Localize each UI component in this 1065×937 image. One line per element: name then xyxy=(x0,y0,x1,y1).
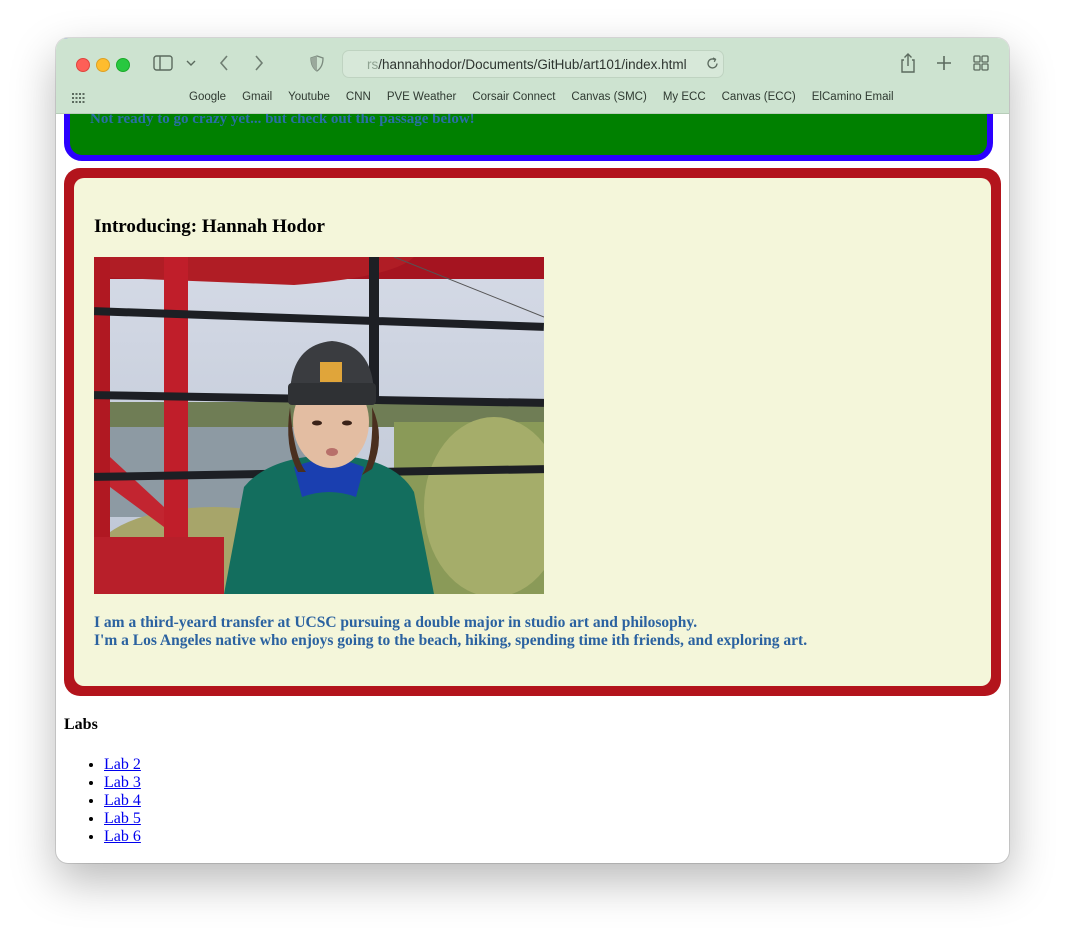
zoom-window-button[interactable] xyxy=(116,58,130,72)
lab-3-link[interactable]: Lab 3 xyxy=(104,774,141,791)
intro-panel: Introducing: Hannah Hodor I am a third-y… xyxy=(74,178,991,686)
bookmark-canvas-ecc[interactable]: Canvas (ECC) xyxy=(714,91,804,107)
page-content: Not ready to go crazy yet... but check o… xyxy=(56,38,1009,863)
tab-overview-icon[interactable] xyxy=(972,54,990,72)
browser-window: Not ready to go crazy yet... but check o… xyxy=(56,38,1009,863)
bookmark-elcamino-email[interactable]: ElCamino Email xyxy=(804,91,902,107)
profile-photo-illustration xyxy=(94,257,544,594)
browser-toolbar: rs/hannahhodor/Documents/GitHub/art101/i… xyxy=(56,38,1009,114)
list-item: Lab 5 xyxy=(104,810,141,828)
reload-icon[interactable] xyxy=(705,56,719,70)
apps-grid-icon[interactable] xyxy=(71,92,85,104)
list-item: Lab 6 xyxy=(104,828,141,846)
intro-heading: Introducing: Hannah Hodor xyxy=(94,216,325,237)
forward-icon[interactable] xyxy=(251,53,267,73)
bookmark-my-ecc[interactable]: My ECC xyxy=(655,91,714,107)
address-bar[interactable]: rs/hannahhodor/Documents/GitHub/art101/i… xyxy=(342,50,724,78)
bookmark-corsair-connect[interactable]: Corsair Connect xyxy=(464,91,563,107)
labs-list: Lab 2 Lab 3 Lab 4 Lab 5 Lab 6 xyxy=(64,756,141,846)
lab-2-link[interactable]: Lab 2 xyxy=(104,756,141,773)
intro-frame: Introducing: Hannah Hodor I am a third-y… xyxy=(64,168,1001,696)
bookmark-cnn[interactable]: CNN xyxy=(338,91,379,107)
bookmark-pve-weather[interactable]: PVE Weather xyxy=(379,91,464,107)
lab-6-link[interactable]: Lab 6 xyxy=(104,828,141,845)
bookmark-youtube[interactable]: Youtube xyxy=(280,91,338,107)
lab-4-link[interactable]: Lab 4 xyxy=(104,792,141,809)
list-item: Lab 4 xyxy=(104,792,141,810)
bookmark-gmail[interactable]: Gmail xyxy=(234,91,280,107)
bio-text: I am a third-yeard transfer at UCSC purs… xyxy=(94,614,807,650)
list-item: Lab 2 xyxy=(104,756,141,774)
back-icon[interactable] xyxy=(216,53,232,73)
share-icon[interactable] xyxy=(899,52,917,74)
bookmark-canvas-smc[interactable]: Canvas (SMC) xyxy=(563,91,654,107)
chevron-down-icon[interactable] xyxy=(185,57,197,69)
minimize-window-button[interactable] xyxy=(96,58,110,72)
lab-5-link[interactable]: Lab 5 xyxy=(104,810,141,827)
bio-line-2: I'm a Los Angeles native who enjoys goin… xyxy=(94,632,808,649)
labs-heading: Labs xyxy=(64,716,98,733)
profile-photo xyxy=(94,257,544,594)
bio-line-1: I am a third-yeard transfer at UCSC purs… xyxy=(94,614,698,631)
sidebar-icon[interactable] xyxy=(152,54,174,72)
new-tab-icon[interactable] xyxy=(935,54,953,72)
bookmark-google[interactable]: Google xyxy=(181,91,234,107)
url-text: rs/hannahhodor/Documents/GitHub/art101/i… xyxy=(367,56,687,72)
bookmarks-bar: Google Gmail Youtube CNN PVE Weather Cor… xyxy=(181,91,902,107)
list-item: Lab 3 xyxy=(104,774,141,792)
close-window-button[interactable] xyxy=(76,58,90,72)
privacy-shield-icon[interactable] xyxy=(309,54,325,72)
